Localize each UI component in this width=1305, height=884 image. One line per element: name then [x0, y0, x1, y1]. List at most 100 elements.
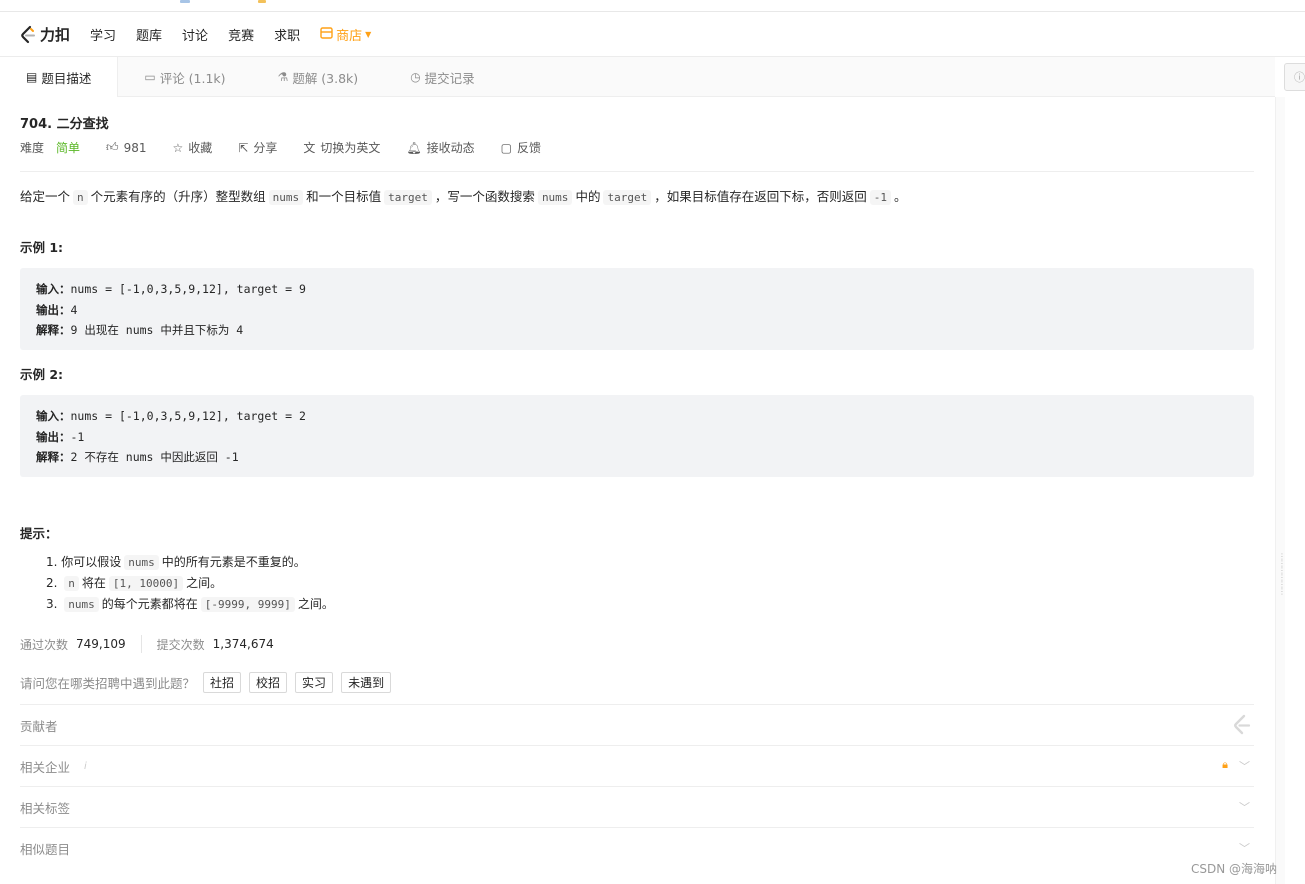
- switch-language-label: 切换为英文: [320, 141, 381, 155]
- feedback-icon: ▢: [500, 140, 512, 155]
- inline-code: [-9999, 9999]: [200, 597, 295, 612]
- inline-code: n: [64, 576, 79, 591]
- example-output: -1: [70, 429, 85, 444]
- nav-item-problems[interactable]: 题库: [136, 25, 162, 44]
- tab-label: 评论 (1.1k): [159, 70, 226, 86]
- tab-description[interactable]: ▤ 题目描述: [0, 57, 119, 97]
- example-explain: 9 出现在 nums 中并且下标为 4: [70, 323, 244, 337]
- nav-item-store[interactable]: 商店 ▼: [320, 25, 371, 44]
- store-label: 商店: [336, 29, 363, 44]
- tab-solutions[interactable]: ⚗ 题解 (3.8k): [252, 57, 385, 97]
- tip-item: 1. 你可以假设 nums 中的所有元素是不重复的。: [46, 552, 334, 573]
- example-input: nums = [-1,0,3,5,9,12], target = 9: [70, 282, 306, 296]
- input-label: 输入：: [36, 409, 71, 423]
- tab-label: 题目描述: [41, 70, 92, 86]
- tab-label: 提交记录: [424, 70, 475, 86]
- stats-separator: [140, 635, 142, 653]
- submissions-value: 1,374,674: [212, 637, 274, 651]
- explain-label: 解释：: [36, 323, 71, 337]
- section-label: 贡献者: [20, 718, 58, 734]
- tip-text: 你可以假设: [61, 555, 122, 569]
- nav-item-contest[interactable]: 竞赛: [228, 25, 254, 44]
- desc-text: ，写一个函数搜索: [434, 189, 535, 204]
- tip-number: 1.: [46, 555, 58, 569]
- top-nav: 力扣 学习 题库 讨论 竞赛 求职 商店 ▼: [0, 13, 1305, 57]
- caret-down-icon: ▼: [365, 30, 372, 39]
- interview-question: 请问您在哪类招聘中遇到此题？ 社招 校招 实习 未遇到: [20, 672, 392, 693]
- flask-icon: ⚗: [277, 70, 289, 84]
- problem-tabs: ▤ 题目描述 ▭ 评论 (1.1k) ⚗ 题解 (3.8k) ◷ 提交记录: [0, 57, 1275, 97]
- section-label: 相似题目: [20, 841, 71, 857]
- tip-text: 的每个元素都将在: [101, 597, 198, 611]
- chevron-down-icon: ﹀: [1239, 760, 1250, 773]
- divider: [20, 171, 1254, 172]
- side-panel-toggle[interactable]: ⓘ: [1284, 63, 1305, 91]
- option-not-encountered-button[interactable]: 未遇到: [341, 672, 392, 693]
- interview-question-text: 请问您在哪类招聘中遇到此题？: [20, 676, 196, 691]
- example-2-box: 输入：nums = [-1,0,3,5,9,12], target = 2 输出…: [20, 395, 1254, 477]
- section-similar-problems[interactable]: 相似题目 ﹀: [20, 827, 1254, 868]
- problem-meta: 难度 简单 👍︎ 981 ☆ 收藏 ⇱ 分享 文切换为英文 🔔︎ 接收动态 ▢ 反馈: [20, 139, 567, 156]
- example-input: nums = [-1,0,3,5,9,12], target = 2: [70, 409, 306, 423]
- tip-text: 将在: [81, 576, 106, 590]
- tab-comments[interactable]: ▭ 评论 (1.1k): [118, 57, 251, 97]
- nav-item-jobs[interactable]: 求职: [274, 25, 300, 44]
- section-contributors[interactable]: 贡献者: [20, 704, 1254, 745]
- option-internship-button[interactable]: 实习: [295, 672, 334, 693]
- subscribe-button[interactable]: 🔔︎ 接收动态: [406, 139, 474, 156]
- strip-fragment: [180, 0, 190, 3]
- leetcode-logo-icon: [21, 25, 35, 43]
- problem-description: 给定一个 n 个元素有序的（升序）整型数组 nums 和一个目标值 target ，写一个函…: [20, 186, 906, 205]
- switch-language-button[interactable]: 文切换为英文: [303, 139, 380, 156]
- share-icon: ⇱: [238, 140, 249, 155]
- tab-submissions[interactable]: ◷ 提交记录: [384, 57, 501, 97]
- lock-icon: 🔒︎: [1222, 758, 1228, 771]
- tip-text: 之间。: [186, 576, 223, 590]
- difficulty-value: 简单: [56, 141, 81, 155]
- tip-text: 中的所有元素是不重复的。: [161, 555, 306, 569]
- feedback-button[interactable]: ▢ 反馈: [501, 139, 541, 156]
- like-button[interactable]: 👍︎ 981: [106, 140, 146, 155]
- inline-code: -1: [869, 190, 891, 205]
- output-label: 输出：: [36, 302, 71, 317]
- subscribe-label: 接收动态: [426, 141, 475, 155]
- difficulty: 难度 简单: [20, 139, 80, 156]
- explain-label: 解释：: [36, 450, 71, 464]
- nav-item-discuss[interactable]: 讨论: [182, 25, 208, 44]
- option-campus-recruit-button[interactable]: 校招: [249, 672, 288, 693]
- tips-title: 提示：: [20, 526, 58, 541]
- share-label: 分享: [253, 141, 278, 155]
- desc-text: 和一个目标值: [306, 189, 382, 204]
- submission-stats: 通过次数 749,109 提交次数 1,374,674: [20, 635, 274, 653]
- tip-text: 之间。: [297, 597, 334, 611]
- description-icon: ▤: [26, 70, 38, 84]
- option-social-recruit-button[interactable]: 社招: [203, 672, 242, 693]
- tab-label: 题解 (3.8k): [292, 70, 359, 86]
- section-related-companies[interactable]: 相关企业 i 🔒︎ ﹀: [20, 745, 1254, 786]
- tip-item: 3. nums 的每个元素都将在 [-9999, 9999] 之间。: [46, 594, 334, 615]
- favorite-button[interactable]: ☆ 收藏: [172, 139, 212, 156]
- history-clock-icon: ◷: [410, 70, 421, 84]
- section-related-tags[interactable]: 相关标签 ﹀: [20, 786, 1254, 827]
- info-icon: i: [84, 760, 87, 772]
- resize-handle-icon[interactable]: ⋮ ⋮ ⋮ ⋮ ⋮ ⋮: [1278, 553, 1286, 596]
- star-icon: ☆: [172, 140, 184, 155]
- tip-item: 2. n 将在 [1, 10000] 之间。: [46, 573, 334, 594]
- store-icon: [320, 26, 333, 43]
- tips-list: 1. 你可以假设 nums 中的所有元素是不重复的。 2. n 将在 [1, 10000…: [46, 552, 334, 615]
- leetcode-logo[interactable]: 力扣: [18, 24, 70, 45]
- share-button[interactable]: ⇱ 分享: [238, 139, 277, 156]
- nav-item-learn[interactable]: 学习: [90, 25, 116, 44]
- desc-text: ，如果目标值存在返回下标，否则返回: [654, 189, 867, 204]
- strip-fragment: [258, 0, 266, 3]
- inline-code: nums: [268, 190, 304, 205]
- problem-title: 704. 二分查找: [20, 117, 109, 132]
- input-label: 输入：: [36, 282, 71, 296]
- favorite-label: 收藏: [188, 141, 213, 155]
- thumbs-up-icon: 👍︎: [106, 140, 119, 154]
- info-icon: ⓘ: [1294, 71, 1305, 84]
- desc-text: 中的: [575, 189, 601, 204]
- example-1-box: 输入：nums = [-1,0,3,5,9,12], target = 9 输出…: [20, 268, 1254, 350]
- chevron-down-icon: ﹀: [1239, 801, 1250, 814]
- inline-code: target: [384, 190, 432, 205]
